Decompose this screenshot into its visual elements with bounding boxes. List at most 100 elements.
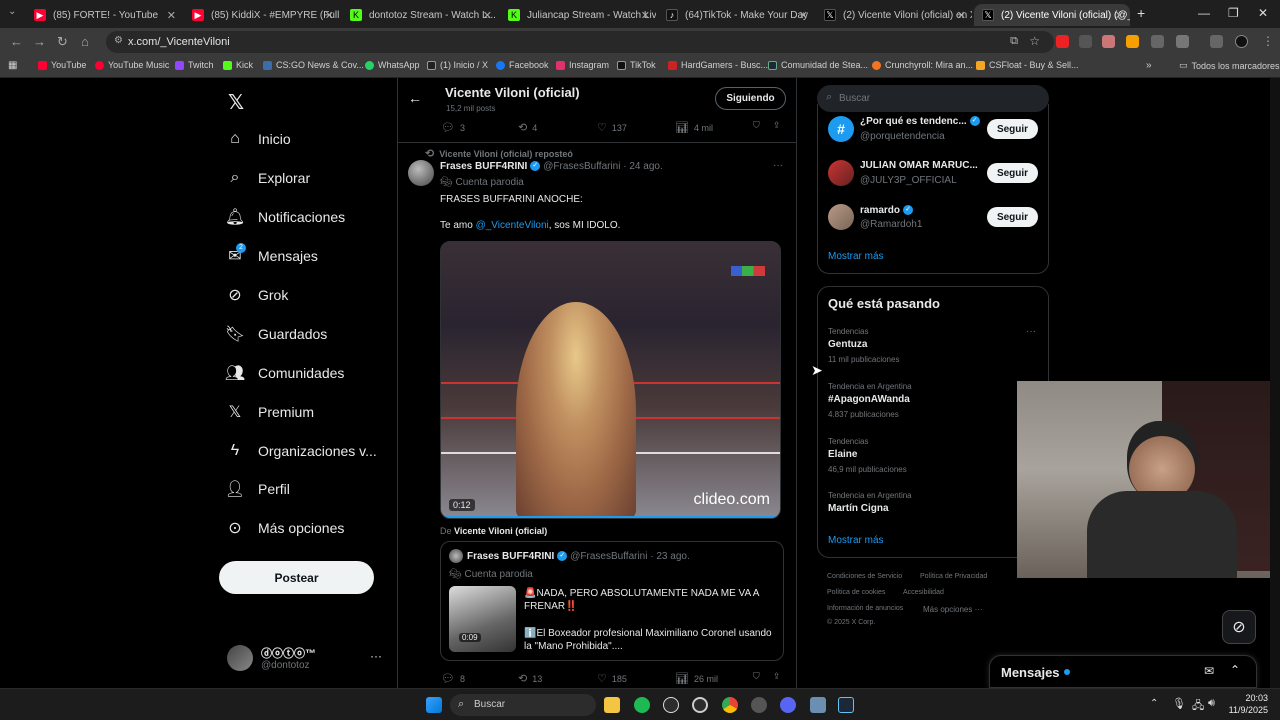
extension-icon[interactable] [1151, 35, 1164, 48]
site-info-icon[interactable]: ⚙ [114, 35, 123, 46]
extension-icon[interactable] [1079, 35, 1092, 48]
bookmark-item[interactable]: Kick [223, 60, 253, 70]
taskbar-time[interactable]: 20:03 [1238, 693, 1268, 703]
discord-icon[interactable] [780, 697, 796, 713]
nav-profile[interactable]: 👤︎ Perfil [225, 480, 290, 498]
close-icon[interactable]: ✕ [641, 9, 650, 22]
browser-tab[interactable]: 𝕏 (2) Vicente Viloni (oficial) en X ✕ [816, 4, 972, 26]
post-date[interactable]: · 24 ago. [623, 161, 662, 172]
reload-icon[interactable]: ↻ [57, 34, 68, 50]
follow-button[interactable]: Seguir [987, 119, 1038, 139]
bookmark-star-icon[interactable]: ☆ [1029, 34, 1040, 48]
repost-action[interactable]: ⟲ 13 [518, 672, 542, 685]
mention-link[interactable]: @_VicenteViloni [476, 220, 549, 231]
browser-tab-active[interactable]: 𝕏 (2) Vicente Viloni (oficial) (@_V ✕ [974, 4, 1130, 26]
footer-link[interactable]: Información de anuncios [827, 605, 903, 612]
account-avatar[interactable] [227, 645, 253, 671]
volume-icon[interactable]: 🔊︎ [1208, 697, 1215, 710]
extension-icon[interactable] [1056, 35, 1069, 48]
bookmark-item[interactable]: YouTube [38, 60, 86, 70]
bookmark-item[interactable]: CS:GO News & Cov... [263, 60, 364, 70]
install-app-icon[interactable]: ⧉ [1010, 35, 1018, 48]
nav-communities[interactable]: 👥︎ Comunidades [225, 364, 345, 382]
page-scrollbar[interactable] [1270, 78, 1280, 688]
trend-name[interactable]: Elaine [828, 449, 857, 460]
trend-name[interactable]: Martín Cigna [828, 503, 889, 514]
nav-premium[interactable]: 𝕏 Premium [226, 403, 314, 421]
bookmark-icon[interactable]: ⛉ [753, 120, 760, 131]
bookmark-item[interactable]: Facebook [496, 60, 549, 70]
show-more-follow-link[interactable]: Mostrar más [828, 251, 884, 262]
bookmark-item[interactable]: CSFloat - Buy & Sell... [976, 60, 1079, 70]
extensions-puzzle-icon[interactable] [1176, 35, 1189, 48]
x-logo-icon[interactable]: 𝕏 [228, 90, 244, 115]
restore-icon[interactable]: ❐ [1228, 6, 1239, 20]
profile-avatar-icon[interactable] [1235, 35, 1248, 48]
account-menu-icon[interactable]: ··· [370, 649, 382, 663]
nav-messages[interactable]: ✉ 2 Mensajes [226, 243, 318, 265]
nav-grok[interactable]: ⊘ Grok [226, 286, 288, 304]
views-action[interactable]: 📊︎ 4 mil [675, 121, 713, 134]
show-more-trends-link[interactable]: Mostrar más [828, 535, 884, 546]
taskbar-search[interactable]: ⌕ Buscar [450, 694, 596, 716]
follow-button[interactable]: Seguir [987, 163, 1038, 183]
footer-link[interactable]: Condiciones de Servicio [827, 573, 902, 580]
messages-dock[interactable]: Mensajes ✉ ⌃ [989, 655, 1257, 688]
close-window-icon[interactable]: ✕ [1258, 6, 1268, 20]
file-explorer-icon[interactable] [604, 697, 620, 713]
close-icon[interactable]: ✕ [483, 9, 492, 22]
ccleaner-icon[interactable] [692, 697, 708, 713]
nav-notifications[interactable]: 🔔︎ Notificaciones [225, 208, 345, 226]
post-author[interactable]: Frases BUFF4RINI [440, 161, 527, 172]
footer-more-link[interactable]: Más opciones ··· [923, 605, 983, 614]
post-more-icon[interactable]: ··· [773, 160, 783, 171]
forward-icon[interactable]: → [33, 34, 46, 49]
close-icon[interactable]: ✕ [1115, 9, 1124, 22]
nav-organizations[interactable]: ϟ Organizaciones v... [226, 442, 377, 460]
repost-action[interactable]: ⟲ 4 [518, 121, 537, 134]
extension-icon[interactable] [1102, 35, 1115, 48]
share-icon[interactable]: ⇪ [773, 120, 781, 131]
bookmark-item[interactable]: WhatsApp [365, 60, 420, 70]
home-icon[interactable]: ⌂ [81, 34, 89, 49]
share-icon[interactable]: ⇪ [773, 671, 781, 682]
microphone-icon[interactable]: 🎙︎ [1172, 697, 1186, 710]
hashtag-avatar-icon[interactable]: # [828, 116, 854, 142]
footer-link[interactable]: Política de Privacidad [920, 573, 987, 580]
follow-suggestion-avatar[interactable] [828, 160, 854, 186]
close-icon[interactable]: ✕ [325, 9, 334, 22]
follow-suggestion-name[interactable]: ¿Por qué es tendenc... ✓ [860, 116, 983, 127]
expand-chevron-icon[interactable]: ⌃ [1230, 663, 1240, 677]
post-handle[interactable]: @FrasesBuffarini [543, 161, 620, 172]
quoted-video-thumbnail[interactable]: 0:09 [449, 586, 516, 652]
following-button[interactable]: Siguiendo [715, 87, 786, 110]
footer-link[interactable]: Política de cookies [827, 589, 885, 596]
follow-button[interactable]: Seguir [987, 207, 1038, 227]
follow-suggestion-avatar[interactable] [828, 204, 854, 230]
follow-suggestion-name[interactable]: ramardo ✓ [860, 205, 916, 216]
author-avatar[interactable] [408, 160, 434, 186]
trend-name[interactable]: Gentuza [828, 339, 867, 350]
media-controls-icon[interactable] [1210, 35, 1223, 48]
trend-name[interactable]: #ApagonAWanda [828, 394, 910, 405]
browser-tab[interactable]: ▶ (85) FORTE! - YouTube ✕ [26, 4, 182, 26]
new-message-icon[interactable]: ✉ [1204, 664, 1214, 678]
post-button[interactable]: Postear [219, 561, 374, 594]
bookmark-item[interactable]: (1) Inicio / X [427, 60, 488, 70]
post-video[interactable]: 0:12 clideo.com [440, 241, 781, 519]
spotify-icon[interactable] [634, 697, 650, 713]
taskbar-date[interactable]: 11/9/2025 [1226, 705, 1268, 715]
like-action[interactable]: ♡ 185 [597, 672, 627, 685]
chrome-icon[interactable] [722, 697, 738, 713]
views-action[interactable]: 📊︎ 26 mil [675, 672, 718, 685]
back-arrow-icon[interactable]: ← [408, 90, 422, 106]
app-icon[interactable] [751, 697, 767, 713]
bookmark-item[interactable]: Twitch [175, 60, 214, 70]
more-bookmarks-icon[interactable]: » [1146, 60, 1152, 71]
follow-suggestion-name[interactable]: JULIAN OMAR MARUC... [860, 160, 978, 171]
trend-more-icon[interactable]: ··· [1026, 326, 1036, 337]
network-icon[interactable]: 🖧 [1192, 697, 1204, 716]
settings-icon[interactable] [810, 697, 826, 713]
nav-home[interactable]: ⌂ Inicio [226, 130, 291, 148]
bookmark-item[interactable]: YouTube Music [95, 60, 169, 70]
